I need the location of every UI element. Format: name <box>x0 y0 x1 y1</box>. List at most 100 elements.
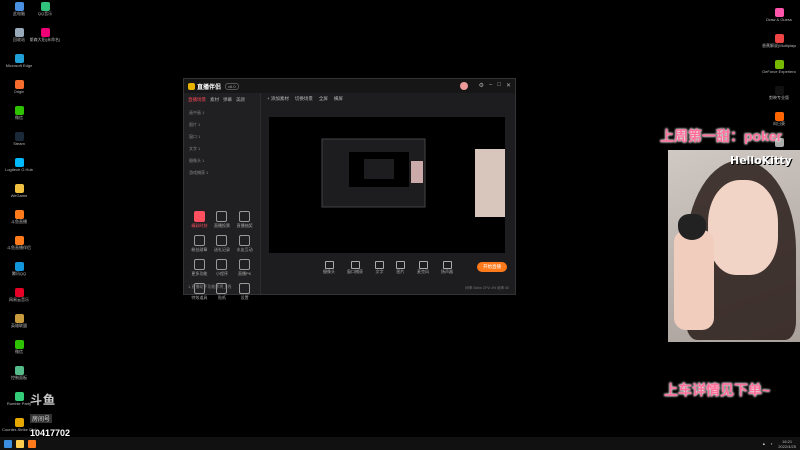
bottom-button[interactable]: 扬声器 <box>441 261 453 275</box>
close-icon[interactable]: ✕ <box>506 82 511 90</box>
desktop-icon[interactable]: QQ音乐 <box>28 2 62 26</box>
network-icon[interactable]: ▲ <box>762 441 766 446</box>
tool-icon <box>193 211 205 222</box>
source-item[interactable]: 游戏捕获 1 <box>184 167 260 179</box>
desktop-icon-label: 剪映专业版 <box>769 95 789 100</box>
desktop-icon-label: GeForce Experience <box>762 69 796 74</box>
desktop-icon[interactable]: WeGame <box>2 184 36 208</box>
button-label: 麦克风 <box>417 269 429 274</box>
tool-icon <box>239 283 251 294</box>
app-icon <box>14 54 24 63</box>
tool-2[interactable]: 直播抽奖 <box>233 211 256 229</box>
desktop-icon[interactable]: Origin <box>2 80 36 104</box>
desktop-icon[interactable]: 腾讯QQ <box>2 262 36 286</box>
tool-6[interactable]: 更多功能 <box>188 259 211 277</box>
tool-0[interactable]: 精彩时刻 <box>188 211 211 229</box>
tool-7[interactable]: 小程序 <box>211 259 234 277</box>
clock[interactable]: 16:21 2022/4/25 <box>778 439 796 449</box>
tool-label: 小程序 <box>215 271 228 276</box>
app-icon <box>774 34 784 43</box>
file-explorer-icon[interactable] <box>16 439 24 448</box>
desktop-icon[interactable]: Microsoft Edge <box>2 54 36 78</box>
maximize-icon[interactable]: □ <box>497 82 501 90</box>
desktop-icon[interactable]: Steam <box>2 132 36 156</box>
desktop-icon[interactable]: 英雄联盟 <box>2 314 36 338</box>
tool-label: 直播PK <box>237 271 252 276</box>
desktop-icon[interactable]: 微信 <box>2 106 36 130</box>
tool-4[interactable]: 送礼记录 <box>211 235 234 253</box>
tool-label: 送礼记录 <box>213 247 230 252</box>
tool-8[interactable]: 直播PK <box>233 259 256 277</box>
desktop-icons-left: 此电脑 回收站 Microsoft Edge Origin 微信 Steam Logitec… <box>0 0 40 442</box>
start-icon[interactable] <box>4 439 12 448</box>
desktop-icon[interactable]: Draw & Guess <box>762 8 796 32</box>
settings-icon[interactable]: ⚙ <box>479 82 484 90</box>
app-icon <box>14 392 24 401</box>
source-item[interactable]: 文字 1 <box>184 143 260 155</box>
desktop-icon[interactable]: GeForce Experience <box>762 60 796 84</box>
desktop-icon-label: 腾讯QQ <box>11 271 27 276</box>
button-label: 摄像头 <box>323 269 335 274</box>
desktop-icon[interactable]: 斗鱼直播伴侣 <box>2 236 36 260</box>
toolbar-item[interactable]: + 添加素材 <box>267 96 289 102</box>
desktop-icon[interactable]: 网易云音乐 <box>2 288 36 312</box>
bottom-button[interactable]: 图片 <box>396 261 405 275</box>
desktop-icon-label: Microsoft Edge <box>5 63 33 68</box>
toolbar-item[interactable]: 横屏 <box>334 96 343 102</box>
desktop-icon-label: 香蕉解说(Multiplayer) <box>762 43 796 48</box>
tool-1[interactable]: 直播投票 <box>211 211 234 229</box>
streaming-app-window: 直播伴侣 v6.0 ⚙ – □ ✕ 直播场景 素材 弹幕 美颜 画中画 1 图片 1 窗口… <box>183 78 516 300</box>
button-label: 文字 <box>375 269 384 274</box>
app-icon <box>40 2 50 11</box>
bottom-button[interactable]: 麦克风 <box>417 261 429 275</box>
desktop-icon-label: 英雄联盟 <box>11 323 27 328</box>
tool-label: 精彩时刻 <box>191 223 208 228</box>
desktop-icon-label: WeGame <box>10 193 28 198</box>
desktop-icon[interactable]: 香蕉解说(Multiplayer) <box>762 34 796 58</box>
app-icon <box>14 2 24 11</box>
douyu-taskbar-icon[interactable] <box>28 439 36 448</box>
source-item[interactable]: 窗口 1 <box>184 131 260 143</box>
desktop-icon[interactable]: 剪映专业版 <box>762 86 796 110</box>
toolbar-item[interactable]: 全屏 <box>319 96 328 102</box>
tool-5[interactable]: 水友互动 <box>233 235 256 253</box>
tab-3[interactable]: 美颜 <box>236 97 245 103</box>
toolbar-item[interactable]: 切换场景 <box>295 96 313 102</box>
desktop-icon-label: 斯森大阳(未命名) <box>29 37 61 42</box>
version-badge[interactable]: v6.0 <box>225 82 239 90</box>
system-tray: ▲ ◐ 16:21 2022/4/25 <box>762 439 796 449</box>
button-icon <box>375 261 384 269</box>
app-icon <box>14 340 24 349</box>
desktop-icon-label: QQ音乐 <box>37 11 53 16</box>
desktop-icon[interactable]: 斯森大阳(未命名) <box>28 28 62 52</box>
app-icon <box>14 262 24 271</box>
bottom-button[interactable]: 摄像头 <box>323 261 335 275</box>
app-icon <box>14 158 24 167</box>
volume-icon[interactable]: ◐ <box>771 441 773 446</box>
tool-label: 粉丝勋章 <box>191 247 208 252</box>
tab-2[interactable]: 弹幕 <box>223 97 232 103</box>
preview-canvas[interactable] <box>269 117 505 253</box>
bottom-button[interactable]: 文字 <box>375 261 384 275</box>
avatar[interactable] <box>459 82 468 90</box>
desktop-icon[interactable]: 斗鱼直播 <box>2 210 36 234</box>
desktop-icon[interactable]: 控制面板 <box>2 366 36 390</box>
tab-1[interactable]: 素材 <box>210 97 219 103</box>
source-item[interactable]: 摄像头 1 <box>184 155 260 167</box>
bottom-button[interactable]: 窗口捕获 <box>347 261 363 275</box>
desktop-icon[interactable]: 微信 <box>2 340 36 364</box>
desktop-icon-label: Rumble Party <box>6 401 32 406</box>
source-item[interactable]: 图片 1 <box>184 119 260 131</box>
app-icon <box>774 8 784 17</box>
app-icon <box>14 236 24 245</box>
desktop-icon[interactable]: Logitech G Hub <box>2 158 36 182</box>
tool-label: 贴纸 <box>217 295 226 300</box>
tool-3[interactable]: 粉丝勋章 <box>188 235 211 253</box>
app-icon <box>14 288 24 297</box>
start-live-button[interactable]: 开始直播 <box>477 262 507 272</box>
preview-content <box>321 138 505 217</box>
tool-11[interactable]: 设置 <box>233 283 256 301</box>
tab-0[interactable]: 直播场景 <box>188 97 206 103</box>
source-item[interactable]: 画中画 1 <box>184 107 260 119</box>
minimize-icon[interactable]: – <box>489 82 492 90</box>
